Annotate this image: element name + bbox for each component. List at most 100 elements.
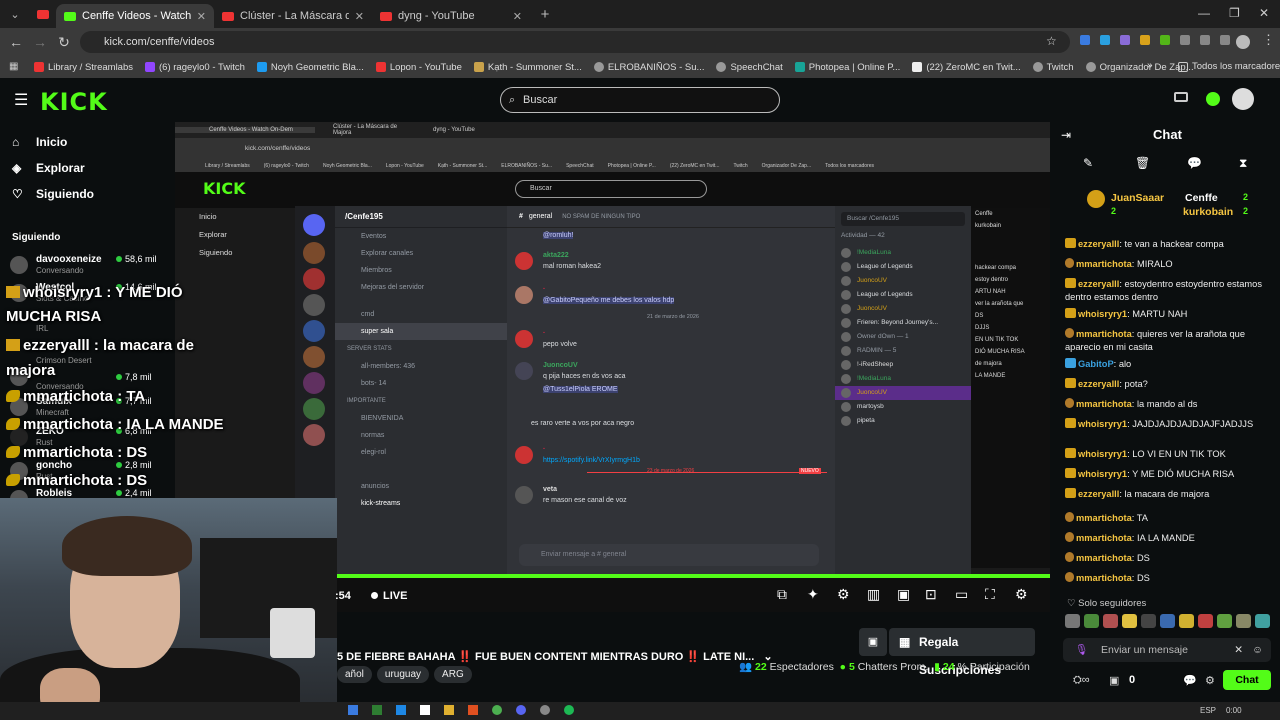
minimize-icon[interactable]: — (1198, 6, 1210, 20)
bookmark[interactable]: Twitch (1032, 62, 1074, 73)
bookmark[interactable]: (6) rageylo0 - Twitch (145, 62, 245, 73)
settings-icon[interactable]: ⚙ (837, 586, 850, 603)
chat-username[interactable]: whoisryry1 (1078, 309, 1127, 319)
menu-icon[interactable]: ⋮ (1262, 32, 1275, 48)
chat-username[interactable]: whoisryry1 (1078, 419, 1127, 429)
sparkle-icon[interactable]: ✦ (807, 586, 819, 603)
emote-icon[interactable] (1141, 614, 1156, 628)
app-icon[interactable] (348, 705, 358, 715)
close-window-icon[interactable]: ✕ (1259, 6, 1269, 20)
chat-username[interactable]: mmartichota (1076, 329, 1132, 339)
bookmark[interactable]: Photopea | Online P... (794, 62, 900, 73)
pip-icon[interactable]: ▣ (897, 586, 910, 603)
emote-icon[interactable] (1217, 614, 1232, 628)
bookmark[interactable]: (22) ZeroMC en Twit... (912, 62, 1021, 73)
fullscreen-icon[interactable]: ⛶ (985, 586, 995, 603)
theater-icon[interactable]: ▭ (955, 586, 968, 603)
gift-subs-button[interactable]: ▦ Regala Suscripciones (889, 628, 1035, 677)
close-icon[interactable]: ✕ (355, 10, 364, 23)
kick-logo[interactable]: KICK (40, 88, 108, 116)
apps-icon[interactable]: ▦ (9, 61, 18, 72)
new-tab-button[interactable]: + (532, 3, 558, 25)
tab-list-button[interactable]: ⌄ (2, 3, 28, 25)
emote-icon[interactable] (1198, 614, 1213, 628)
restore-icon[interactable]: ❐ (1229, 6, 1240, 20)
emoji-icon[interactable]: ☺ (1252, 638, 1263, 662)
all-bookmarks-folder[interactable]: Todos los marcadores (1178, 61, 1280, 72)
chat-username[interactable]: ezzeryalll (1078, 279, 1119, 289)
language-indicator[interactable]: ESP (1200, 706, 1216, 715)
settings-icon[interactable]: ⚙ (1205, 674, 1215, 687)
spotify-icon[interactable] (564, 705, 574, 715)
chat-username[interactable]: GabitoP (1078, 359, 1114, 369)
more-bookmarks-icon[interactable]: » (1147, 60, 1153, 71)
clip-icon[interactable]: ⧉ (777, 586, 787, 603)
discord-icon[interactable] (516, 705, 526, 715)
user-avatar[interactable] (1232, 88, 1254, 110)
app-icon[interactable] (540, 705, 550, 715)
points-icon[interactable]: ▣ (1109, 674, 1119, 687)
emote-icon[interactable] (1179, 614, 1194, 628)
chat-username[interactable]: mmartichota (1076, 533, 1132, 543)
chat-bubble-icon[interactable]: 💬 (1183, 674, 1197, 687)
cast-icon[interactable]: ⊡ (925, 586, 937, 603)
pin-icon[interactable]: ✎ (1083, 156, 1093, 170)
back-icon[interactable]: ← (4, 34, 28, 50)
microphone-icon[interactable]: 🎙 (1075, 638, 1088, 662)
chat-username[interactable]: mmartichota (1076, 553, 1132, 563)
chat-username[interactable]: mmartichota (1076, 399, 1132, 409)
emote-icon[interactable] (1160, 614, 1175, 628)
forward-icon[interactable]: → (28, 34, 52, 50)
bookmark[interactable]: SpeechChat (716, 62, 783, 73)
emote-icon[interactable] (1103, 614, 1118, 628)
bookmark[interactable]: Kạth - Summoner St... (473, 62, 582, 73)
app-icon[interactable] (420, 705, 430, 715)
trash-icon[interactable]: 🗑 (1135, 156, 1150, 170)
emote-icon[interactable] (1236, 614, 1251, 628)
tag[interactable]: ARG (434, 666, 472, 683)
emote-icon[interactable] (1084, 614, 1099, 628)
browser-tab-1[interactable]: Clúster - La Máscara de Majora ✕ (214, 4, 372, 28)
hourglass-icon[interactable]: ⧗ (1239, 156, 1247, 171)
kick-coin-icon[interactable] (1206, 92, 1220, 106)
chat-username[interactable]: whoisryry1 (1078, 449, 1127, 459)
youtube-pinned-tab[interactable] (30, 3, 56, 25)
search-input[interactable]: ⌕ Buscar (500, 87, 780, 113)
progress-bar[interactable] (337, 574, 1050, 578)
tag[interactable]: añol (337, 666, 372, 683)
gift-icon[interactable] (1174, 92, 1188, 102)
stats-icon[interactable]: ▥ (867, 586, 880, 603)
close-icon[interactable]: ✕ (197, 10, 206, 23)
tag[interactable]: uruguay (376, 666, 430, 683)
hamburger-icon[interactable]: ☰ (14, 90, 28, 110)
profile-avatar[interactable] (1236, 35, 1250, 49)
bookmark[interactable]: ELROBANIÑOS - Su... (593, 62, 704, 73)
translate-icon[interactable]: ✕ (1234, 638, 1243, 662)
reload-icon[interactable]: ↻ (52, 34, 76, 51)
app-icon[interactable] (372, 705, 382, 715)
nav-explorar[interactable]: ◈ Explorar (0, 155, 175, 181)
app-icon[interactable] (468, 705, 478, 715)
chrome-icon[interactable] (492, 705, 502, 715)
chat-username[interactable]: ezzeryalll (1078, 489, 1119, 499)
share-button[interactable]: ▣ (859, 628, 887, 656)
chat-username[interactable]: ezzeryalll (1078, 379, 1119, 389)
send-chat-button[interactable]: Chat (1223, 670, 1271, 690)
nav-siguiendo[interactable]: ♡ Siguiendo (0, 181, 175, 207)
gear-icon[interactable]: ⚙ (1015, 586, 1028, 603)
app-icon[interactable] (444, 705, 454, 715)
nav-inicio[interactable]: ⌂ Inicio (0, 129, 175, 155)
chat-bubble-icon[interactable]: 💬 (1187, 156, 1202, 170)
chat-username[interactable]: whoisryry1 (1078, 469, 1127, 479)
emote-icon[interactable] (1065, 614, 1080, 628)
close-icon[interactable]: ✕ (513, 10, 522, 23)
browser-tab-2[interactable]: dyng - YouTube ✕ (372, 4, 530, 28)
bookmark[interactable]: Noyh Geometric Bla... (256, 62, 364, 73)
bookmark[interactable]: Library / Streamlabs (34, 62, 133, 73)
live-indicator[interactable]: LIVE (371, 590, 407, 602)
app-icon[interactable] (396, 705, 406, 715)
chat-username[interactable]: mmartichota (1076, 259, 1132, 269)
bookmark[interactable]: Lopon - YouTube (375, 62, 462, 73)
browser-tab-0[interactable]: Cenffe Videos - Watch On-Dem ✕ (56, 4, 214, 28)
url-input[interactable]: kick.com/cenffe/videos (80, 31, 1070, 53)
